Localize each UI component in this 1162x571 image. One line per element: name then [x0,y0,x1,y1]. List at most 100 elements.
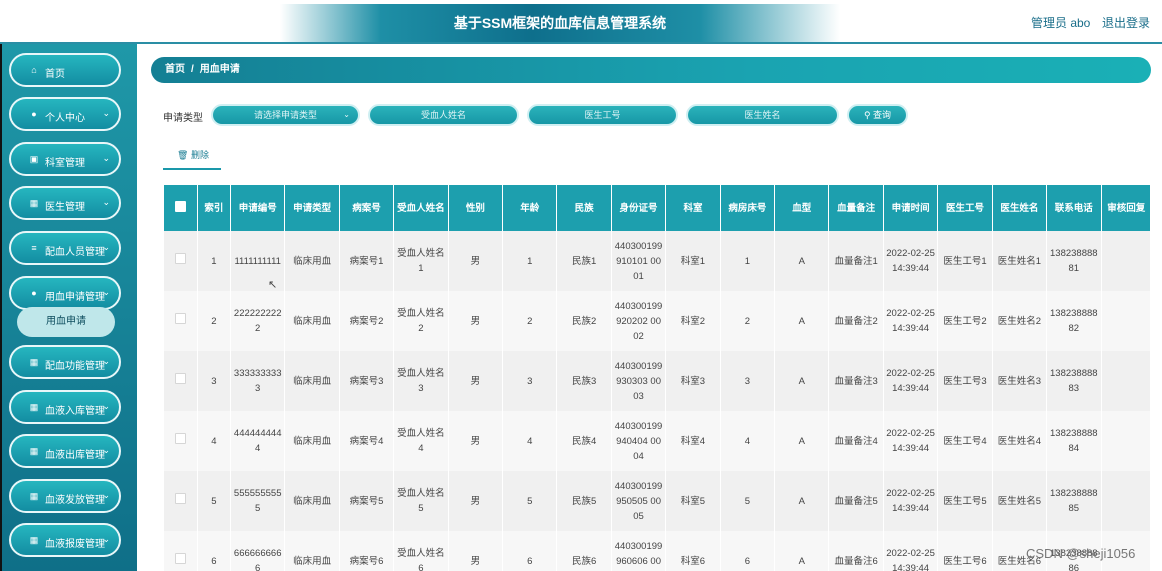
table-cell: 男 [448,291,504,351]
table-row[interactable]: 6 6666666666 临床用血 病案号6 受血人姓名6 男 6 民族6 4403001999… [164,531,1150,571]
row-checkbox[interactable] [174,373,186,384]
table-cell: 医生姓名3 [992,351,1048,411]
select-all-header [164,185,198,231]
chevron-down-icon: ⌄ [102,490,110,500]
table-cell: 5 [197,471,232,531]
clipboard-icon: ▣ [29,154,39,164]
column-header: 申请类型 [284,185,340,231]
query-label: 查询 [873,110,892,120]
row-checkbox[interactable] [174,433,186,444]
table-cell: 医生工号3 [937,351,993,411]
table-cell: 5 [502,471,558,531]
table-cell: A [774,351,830,411]
table-cell: 受血人姓名5 [393,471,449,531]
sidebar-subitem-blood-request[interactable]: 用血申请 [17,307,115,337]
query-button[interactable]: ⚲ 查询 [847,104,908,126]
sliders-icon: ≡ [31,243,37,253]
column-header: 申请编号 [230,185,286,231]
select-all-checkbox[interactable] [174,200,186,212]
sidebar-item-4[interactable]: ▦ 医生管理 ⌄ [9,186,121,220]
table-cell: 6666666666 [230,531,286,571]
sidebar-item-label: 科室管理 [45,158,85,169]
table-cell: 4 [197,411,232,471]
grid-icon: ▦ [29,402,39,412]
column-header: 受血人姓名 [393,185,449,231]
table-cell: 13823888884 [1046,411,1102,471]
sidebar-item-7[interactable]: ▦ 配血功能管理 ⌄ [9,345,121,379]
table-row[interactable]: 2 2222222222 临床用血 病案号2 受血人姓名2 男 2 民族2 4403001999… [164,291,1150,351]
sidebar-item-label: 用血申请管理 [45,292,105,303]
grid-icon: ▦ [29,446,39,456]
sidebar-item-10[interactable]: ▦ 血液发放管理 ⌄ [9,479,121,513]
row-select-cell [164,351,198,411]
table-cell: 440300199920202 0002 [611,291,667,351]
home-icon: ⌂ [31,65,37,75]
sidebar-item-2[interactable]: ● 个人中心 ⌄ [9,97,121,131]
table-cell: 受血人姓名1 [393,231,449,291]
sidebar-item-9[interactable]: ▦ 血液出库管理 ⌄ [9,434,121,468]
row-checkbox[interactable] [174,253,186,264]
table-row[interactable]: 4 4444444444 临床用血 病案号4 受血人姓名4 男 4 民族4 4403001999… [164,411,1150,471]
table-row[interactable]: 3 3333333333 临床用血 病案号3 受血人姓名3 男 3 民族3 4403001999… [164,351,1150,411]
table-cell: 受血人姓名3 [393,351,449,411]
sidebar-item-label: 血液发放管理 [45,495,105,506]
data-table-container: 索引 申请编号 申请类型 病案号 受血人姓名 性别 年龄 民族 身份证号 科室 病房床号 血型 血量备注… [164,185,1150,571]
sidebar-item-5[interactable]: ≡ 配血人员管理 ⌄ [9,231,121,265]
table-cell [1101,411,1150,471]
sidebar-item-3[interactable]: ▣ 科室管理 ⌄ [9,142,121,176]
breadcrumb-home[interactable]: 首页 [165,64,185,75]
data-table: 索引 申请编号 申请类型 病案号 受血人姓名 性别 年龄 民族 身份证号 科室 病房床号 血型 血量备注… [164,185,1150,571]
table-cell: 6 [197,531,232,571]
table-cell: A [774,291,830,351]
table-cell: 血量备注4 [828,411,884,471]
column-header: 血型 [774,185,830,231]
delete-tab-underline [163,168,221,170]
table-row[interactable]: 5 5555555555 临床用血 病案号5 受血人姓名5 男 5 民族5 4403001999… [164,471,1150,531]
table-cell: 民族6 [556,531,612,571]
mouse-cursor-icon: ↖ [268,279,278,291]
logout-link[interactable]: 退出登录 [1102,14,1150,31]
table-cell: 5 [720,471,776,531]
table-cell: 440300199930303 0003 [611,351,667,411]
breadcrumb-separator: / [191,64,194,75]
table-cell: A [774,231,830,291]
table-cell: 病案号2 [339,291,395,351]
table-cell: 受血人姓名4 [393,411,449,471]
table-cell: 病案号1 [339,231,395,291]
table-cell: 受血人姓名6 [393,531,449,571]
sidebar-item-8[interactable]: ▦ 血液入库管理 ⌄ [9,390,121,424]
app-title: 基于SSM框架的血库信息管理系统 [453,15,667,31]
table-cell: 科室2 [665,291,721,351]
sidebar-item-1[interactable]: ⌂ 首页 [9,53,121,87]
patient-name-input[interactable]: 受血人姓名 [368,104,519,126]
person-icon: ● [31,109,37,119]
top-header: 基于SSM框架的血库信息管理系统 管理员 abo 退出登录 [0,0,1162,42]
column-header: 申请时间 [883,185,939,231]
table-cell: 血量备注3 [828,351,884,411]
delete-button[interactable]: 🗑 删除 [177,148,209,161]
table-cell: 4 [502,411,558,471]
request-type-select[interactable]: 请选择申请类型 ⌄ [211,104,360,126]
row-select-cell [164,411,198,471]
table-cell: 医生姓名2 [992,291,1048,351]
table-cell: 医生工号1 [937,231,993,291]
sidebar-item-6[interactable]: ● 用血申请管理 ⌄ [9,276,121,310]
sidebar-item-11[interactable]: ▦ 血液报废管理 ⌄ [9,523,121,557]
table-cell: 13823888881 [1046,231,1102,291]
table-row[interactable]: 1 1111111111 临床用血 病案号1 受血人姓名1 男 1 民族1 4403001999… [164,231,1150,291]
table-cell: 科室4 [665,411,721,471]
grid-icon: ▦ [29,491,39,501]
row-checkbox[interactable] [174,493,186,504]
doctor-id-input[interactable]: 医生工号 [527,104,678,126]
column-header: 病房床号 [720,185,776,231]
table-cell [1101,471,1150,531]
row-checkbox[interactable] [174,313,186,324]
doctor-name-input[interactable]: 医生姓名 [686,104,839,126]
row-checkbox[interactable] [174,553,186,564]
table-cell: 医生姓名1 [992,231,1048,291]
row-select-cell [164,531,198,571]
sidebar-item-label: 血液报废管理 [45,539,105,550]
sidebar-item-label: 首页 [45,69,65,80]
sidebar-item-label: 血液入库管理 [45,406,105,417]
table-cell: 4444444444 [230,411,286,471]
